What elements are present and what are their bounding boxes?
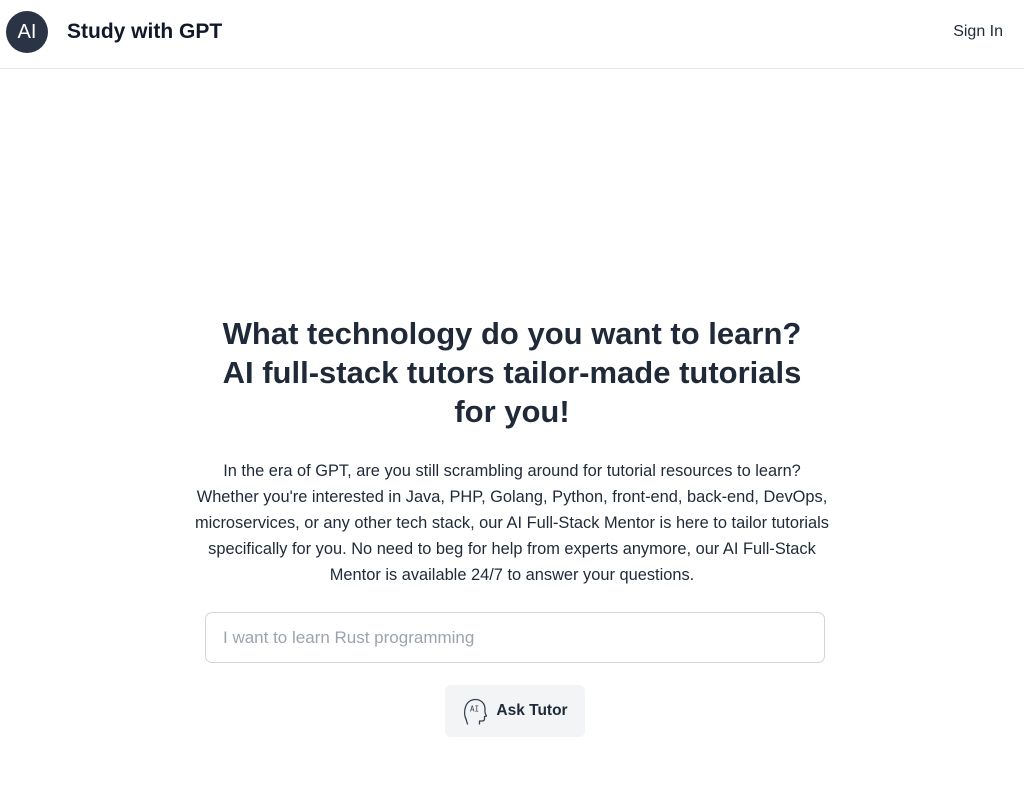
hero-description: In the era of GPT, are you still scrambl… [194,462,829,584]
ai-head-icon: AI [464,698,488,725]
hero-title: What technology do you want to learn? AI… [0,314,1024,431]
ai-head-icon-text: AI [470,705,479,714]
ask-tutor-button[interactable]: AI Ask Tutor [445,685,585,737]
ask-tutor-label: Ask Tutor [496,702,568,719]
top-nav: AI Study with GPT Sign In [0,0,1024,69]
hero-title-line-2: AI full-stack tutors tailor-made tutoria… [222,355,802,390]
topic-input[interactable] [205,612,825,663]
hero-title-line-1: What technology do you want to learn? [222,316,802,351]
sign-in-link[interactable]: Sign In [953,21,1003,43]
brand-title[interactable]: Study with GPT [67,18,222,46]
logo-avatar[interactable]: AI [6,11,48,53]
hero-title-line-3: for you! [454,394,570,429]
